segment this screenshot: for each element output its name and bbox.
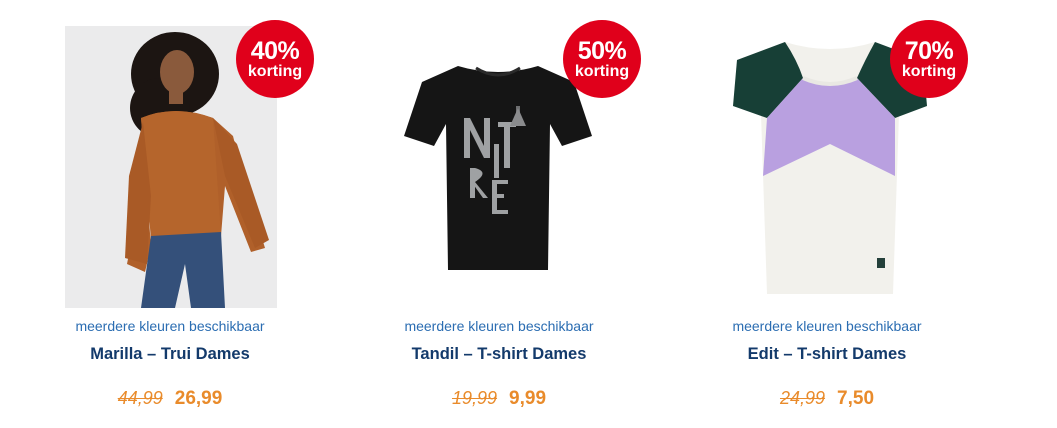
sale-price: 9,99 — [509, 388, 547, 409]
sale-price: 26,99 — [174, 388, 223, 409]
product-card[interactable]: 70% korting meerdere kleuren beschikbaar… — [657, 0, 997, 428]
discount-percent: 70% — [904, 36, 954, 65]
product-card[interactable]: 50% korting meerdere kleuren beschikbaar… — [329, 0, 669, 428]
price-row: 19,99 9,99 — [329, 388, 669, 410]
product-image-link[interactable]: 50% korting — [329, 20, 669, 308]
more-colors-link[interactable]: meerdere kleuren beschikbaar — [0, 318, 340, 334]
more-colors-link[interactable]: meerdere kleuren beschikbaar — [329, 318, 669, 334]
product-title-link[interactable]: Tandil – T-shirt Dames — [329, 345, 669, 364]
product-title-link[interactable]: Marilla – Trui Dames — [0, 345, 340, 364]
product-image-link[interactable]: 70% korting — [657, 20, 997, 308]
product-image-link[interactable]: 40% korting — [0, 20, 340, 308]
more-colors-link[interactable]: meerdere kleuren beschikbaar — [657, 318, 997, 334]
discount-badge: 50% korting — [563, 20, 641, 98]
discount-label: korting — [574, 62, 630, 80]
sale-price: 7,50 — [837, 388, 875, 409]
old-price: 44,99 — [117, 388, 163, 408]
discount-percent: 50% — [577, 36, 627, 65]
old-price: 24,99 — [779, 388, 826, 408]
discount-badge: 40% korting — [236, 20, 314, 98]
discount-badge: 70% korting — [890, 20, 968, 98]
price-row: 24,99 7,50 — [657, 388, 997, 410]
old-price: 19,99 — [451, 388, 498, 408]
product-title-link[interactable]: Edit – T-shirt Dames — [657, 345, 997, 364]
discount-percent: 40% — [250, 36, 300, 65]
discount-label: korting — [901, 62, 957, 80]
discount-label: korting — [247, 62, 303, 80]
product-grid: 40% korting meerdere kleuren beschikbaar… — [0, 0, 1057, 428]
price-row: 44,99 26,99 — [0, 388, 340, 410]
product-card[interactable]: 40% korting meerdere kleuren beschikbaar… — [0, 0, 340, 428]
